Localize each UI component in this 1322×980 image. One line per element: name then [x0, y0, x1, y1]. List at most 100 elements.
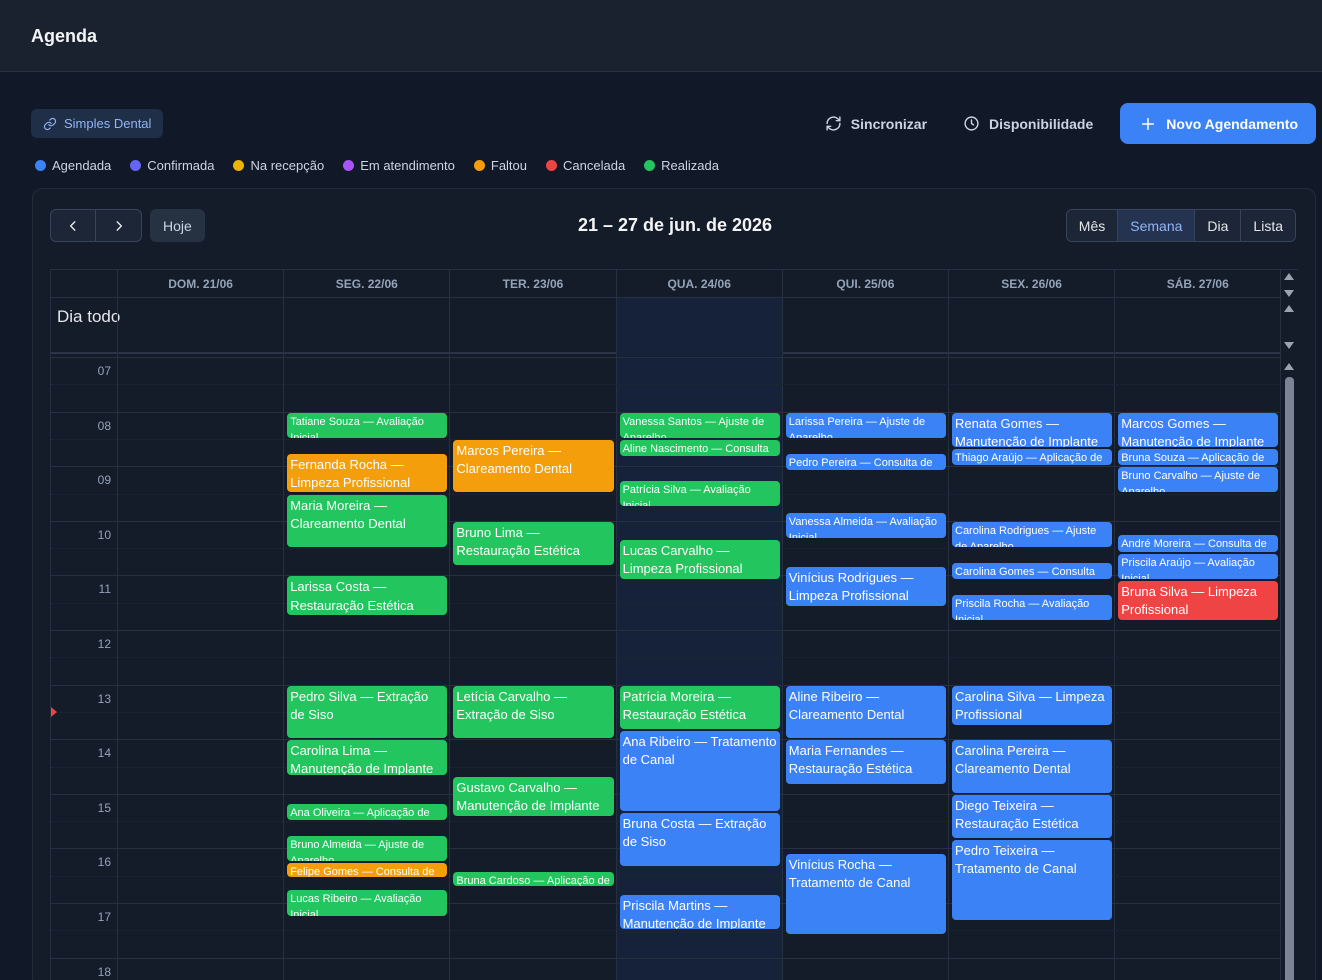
appointment-event[interactable]: Vanessa Santos — Ajuste de Aparelho: [619, 412, 780, 438]
appointment-title: Vanessa Almeida — Avaliação Inicial: [788, 515, 937, 538]
sync-button[interactable]: Sincronizar: [807, 103, 945, 144]
appointment-title: Bruno Carvalho — Ajuste de Aparelho: [1121, 470, 1260, 493]
day-header[interactable]: SÁB. 27/06: [1115, 270, 1282, 298]
appointment-event[interactable]: Priscila Araújo — Avaliação Inicial: [1118, 553, 1279, 579]
legend-dot-icon: [233, 160, 245, 171]
view-lista-button[interactable]: Lista: [1240, 210, 1295, 241]
availability-button[interactable]: Disponibilidade: [945, 103, 1111, 144]
day-header[interactable]: SEX. 26/06: [949, 270, 1116, 298]
clock-icon: [964, 116, 979, 131]
day-column[interactable]: [118, 298, 285, 980]
appointment-event[interactable]: Bruna Cardoso — Aplicação de Flúor: [453, 872, 614, 887]
appointment-event[interactable]: Maria Moreira — Clareamento Dental: [287, 494, 448, 548]
appointment-event[interactable]: Lucas Carvalho — Limpeza Profissional: [619, 540, 780, 579]
appointment-title: Ana Oliveira — Aplicação de Flúor: [290, 806, 430, 819]
appointment-event[interactable]: Patrícia Moreira — Restauração Estética: [619, 685, 780, 730]
day-header[interactable]: SEG. 22/06: [284, 270, 451, 298]
appointment-event[interactable]: Carolina Rodrigues — Ajuste de Aparelho: [952, 521, 1113, 548]
appointment-title: Carolina Gomes — Consulta de Rotina: [955, 565, 1096, 578]
appointment-event[interactable]: Patrícia Silva — Avaliação Inicial: [619, 480, 780, 507]
appointment-title: Lucas Ribeiro — Avaliação Inicial: [290, 893, 422, 916]
appointment-event[interactable]: Felipe Gomes — Consulta de Rotina: [287, 863, 448, 878]
appointment-event[interactable]: Carolina Gomes — Consulta de Rotina: [952, 562, 1113, 579]
status-legend: Agendada Confirmada Na recepção Em atendime…: [35, 158, 719, 173]
appointment-title: Lucas Carvalho — Limpeza Profissional: [622, 543, 743, 577]
day-header[interactable]: TER. 23/06: [450, 270, 617, 298]
appointment-event[interactable]: Vinícius Rocha — Tratamento de Canal: [785, 853, 946, 934]
appointment-event[interactable]: Pedro Pereira — Consulta de Rotina: [785, 453, 946, 470]
appointment-event[interactable]: Carolina Lima — Manutenção de Implante: [287, 740, 448, 775]
appointment-event[interactable]: Bruno Almeida — Ajuste de Aparelho: [287, 835, 448, 862]
availability-button-label: Disponibilidade: [989, 115, 1094, 132]
appointment-event[interactable]: Maria Fernandes — Restauração Estética: [785, 740, 946, 784]
appointment-event[interactable]: Priscila Rocha — Avaliação Inicial: [952, 594, 1113, 620]
appointment-event[interactable]: Vanessa Almeida — Avaliação Inicial: [785, 512, 946, 538]
appointment-event[interactable]: Bruna Souza — Aplicação de Flúor: [1118, 449, 1279, 466]
day-column[interactable]: [616, 298, 783, 980]
scroll-down-arrow[interactable]: [1284, 290, 1294, 297]
appointment-event[interactable]: Marcos Gomes — Manutenção de Implante: [1118, 412, 1279, 447]
appointment-event[interactable]: Ana Oliveira — Aplicação de Flúor: [287, 803, 448, 821]
scrollbar[interactable]: [1280, 270, 1298, 980]
appointment-event[interactable]: André Moreira — Consulta de Rotina: [1118, 535, 1279, 552]
appointment-event[interactable]: Carolina Silva — Limpeza Profissional: [952, 685, 1113, 725]
appointment-event[interactable]: Vinícius Rodrigues — Limpeza Profissiona…: [785, 567, 946, 607]
view-mês-button[interactable]: Mês: [1066, 210, 1118, 241]
legend-item: Confirmada: [130, 158, 214, 173]
legend-dot-icon: [644, 160, 656, 171]
appointment-event[interactable]: Priscila Martins — Manutenção de Implant…: [619, 894, 780, 930]
appointment-title: Aline Nascimento — Consulta de Rotina: [622, 442, 769, 455]
appointment-title: Ana Ribeiro — Tratamento de Canal: [622, 734, 777, 768]
appointment-event[interactable]: Pedro Silva — Extração de Siso: [287, 685, 448, 739]
header-actions: Sincronizar Disponibilidade Novo Agendam…: [807, 103, 1316, 144]
day-header[interactable]: QUI. 25/06: [782, 270, 949, 298]
appointment-title: Priscila Araújo — Avaliação Inicial: [1121, 556, 1255, 579]
view-semana-button[interactable]: Semana: [1117, 210, 1195, 241]
legend-item: Na recepção: [233, 158, 324, 173]
appointment-event[interactable]: Pedro Teixeira — Tratamento de Canal: [952, 840, 1113, 921]
appointment-event[interactable]: Bruno Lima — Restauração Estética: [453, 521, 614, 566]
day-header[interactable]: QUA. 24/06: [616, 270, 783, 298]
appointment-event[interactable]: Larissa Costa — Restauração Estética: [287, 576, 448, 616]
allday-scroll-up-arrow[interactable]: [1284, 305, 1294, 312]
day-header[interactable]: DOM. 21/06: [118, 270, 285, 298]
appointment-event[interactable]: Tatiane Souza — Avaliação Inicial: [287, 412, 448, 438]
allday-scroll-down-arrow[interactable]: [1284, 342, 1294, 349]
appointment-title: Priscila Rocha — Avaliação Inicial: [955, 597, 1090, 620]
appointment-event[interactable]: Fernanda Rocha — Limpeza Profissional: [287, 453, 448, 493]
appointment-event[interactable]: Larissa Pereira — Ajuste de Aparelho: [785, 412, 946, 438]
appointment-event[interactable]: Letícia Carvalho — Extração de Siso: [453, 685, 614, 739]
view-switcher: Mês Semana Dia Lista: [1065, 209, 1296, 242]
appointment-event[interactable]: Bruna Silva — Limpeza Profissional: [1118, 580, 1279, 620]
appointment-title: Vinícius Rocha — Tratamento de Canal: [788, 856, 911, 891]
appointment-event[interactable]: Gustavo Carvalho — Manutenção de Implant…: [453, 776, 614, 816]
appointment-event[interactable]: Bruna Costa — Extração de Siso: [619, 813, 780, 866]
scroll-up-arrow[interactable]: [1284, 273, 1294, 280]
legend-label: Faltou: [490, 158, 528, 173]
legend-dot-icon: [343, 160, 355, 171]
appointment-event[interactable]: Ana Ribeiro — Tratamento de Canal: [619, 731, 780, 811]
new-appointment-button[interactable]: Novo Agendamento: [1120, 103, 1316, 144]
week-grid: Dia todo DOM. 21/06 SEG. 22/06 TER. 23/06 Q…: [50, 269, 1298, 980]
scrollbar-thumb[interactable]: [1285, 377, 1294, 980]
legend-item: Faltou: [473, 158, 528, 173]
day-column[interactable]: [284, 298, 451, 980]
body-scroll-up-arrow[interactable]: [1284, 363, 1294, 370]
view-dia-button[interactable]: Dia: [1194, 210, 1241, 241]
day-column[interactable]: [1115, 298, 1282, 980]
appointment-event[interactable]: Thiago Araújo — Aplicação de Flúor: [952, 449, 1113, 466]
appointment-event[interactable]: Lucas Ribeiro — Avaliação Inicial: [287, 890, 448, 916]
appointment-event[interactable]: Aline Nascimento — Consulta de Rotina: [619, 439, 780, 457]
legend-dot-icon: [130, 160, 142, 171]
appointment-event[interactable]: Aline Ribeiro — Clareamento Dental: [785, 685, 946, 739]
refresh-icon: [826, 116, 841, 131]
appointment-event[interactable]: Bruno Carvalho — Ajuste de Aparelho: [1118, 467, 1279, 493]
legend-label: Agendada: [52, 158, 112, 173]
appointment-event[interactable]: Marcos Pereira — Clareamento Dental: [453, 439, 614, 493]
appointment-event[interactable]: Renata Gomes — Manutenção de Implante: [952, 412, 1113, 447]
integration-chip[interactable]: Simples Dental: [31, 109, 164, 138]
appointment-title: Diego Teixeira — Restauração Estética: [955, 797, 1079, 831]
appointment-event[interactable]: Diego Teixeira — Restauração Estética: [952, 794, 1113, 839]
appointment-title: Fernanda Rocha — Limpeza Profissional: [290, 456, 411, 490]
appointment-event[interactable]: Carolina Pereira — Clareamento Dental: [952, 740, 1113, 793]
